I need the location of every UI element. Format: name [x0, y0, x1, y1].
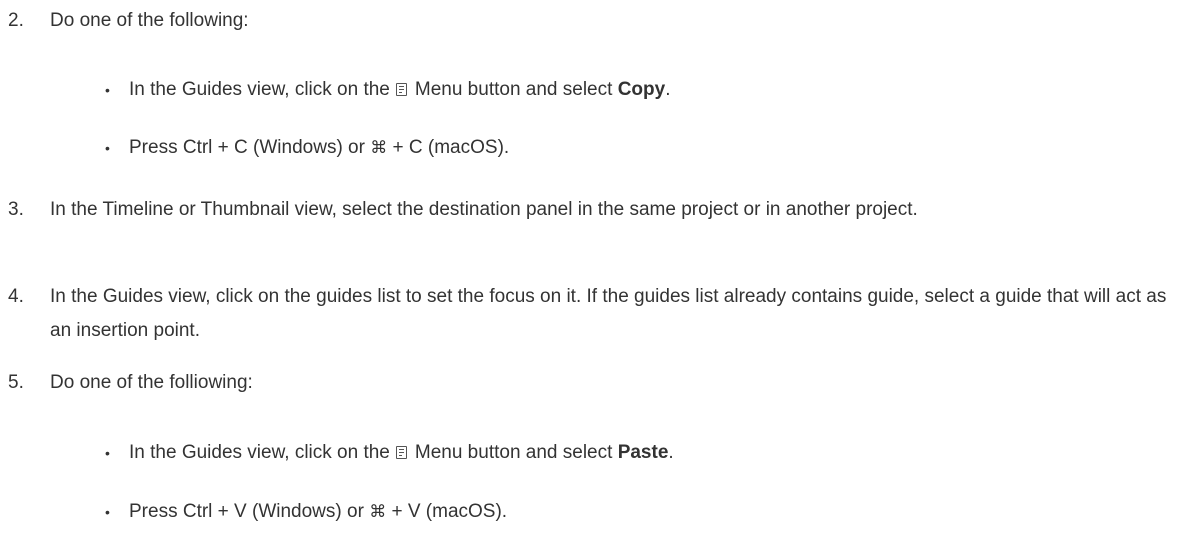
bullet-dot: • [105, 82, 110, 98]
bullet-text-part: + C (macOS). [392, 137, 510, 158]
step-number: 5. [8, 372, 24, 393]
bullet-text-part: In the Guides view, click on the [129, 442, 390, 463]
step-number: 2. [8, 10, 24, 31]
bullet-text-part: Press Ctrl + C (Windows) or [129, 137, 365, 158]
bullet-text-end: . [668, 442, 674, 463]
bullet-text-part: Menu button and select [414, 442, 613, 463]
command-key-icon: ⌘ [369, 502, 387, 522]
bullet-dot: • [105, 445, 110, 461]
bullet-text-end: . [665, 79, 671, 100]
bullet-text-part: Menu button and select [414, 79, 613, 100]
bullet-text-part: + V (macOS). [391, 501, 508, 522]
step-text: Do one of the following: [50, 10, 249, 31]
command-name: Copy [617, 79, 666, 100]
bullet-text-part: In the Guides view, click on the [129, 79, 390, 100]
bullet-dot: • [105, 504, 110, 520]
step-number: 4. [8, 286, 24, 307]
command-name: Paste [617, 442, 669, 463]
step-text: Do one of the folliowing: [50, 372, 253, 393]
menu-icon [395, 83, 407, 96]
step-number: 3. [8, 199, 24, 220]
document-body: 2. Do one of the following: • In the Gui… [0, 0, 1192, 548]
step-text: In the Guides view, click on the guides … [50, 286, 1167, 341]
command-key-icon: ⌘ [370, 138, 388, 158]
step-text: In the Timeline or Thumbnail view, selec… [50, 199, 918, 220]
bullet-dot: • [105, 140, 110, 156]
bullet-text-part: Press Ctrl + V (Windows) or [129, 501, 364, 522]
menu-icon [395, 446, 407, 459]
